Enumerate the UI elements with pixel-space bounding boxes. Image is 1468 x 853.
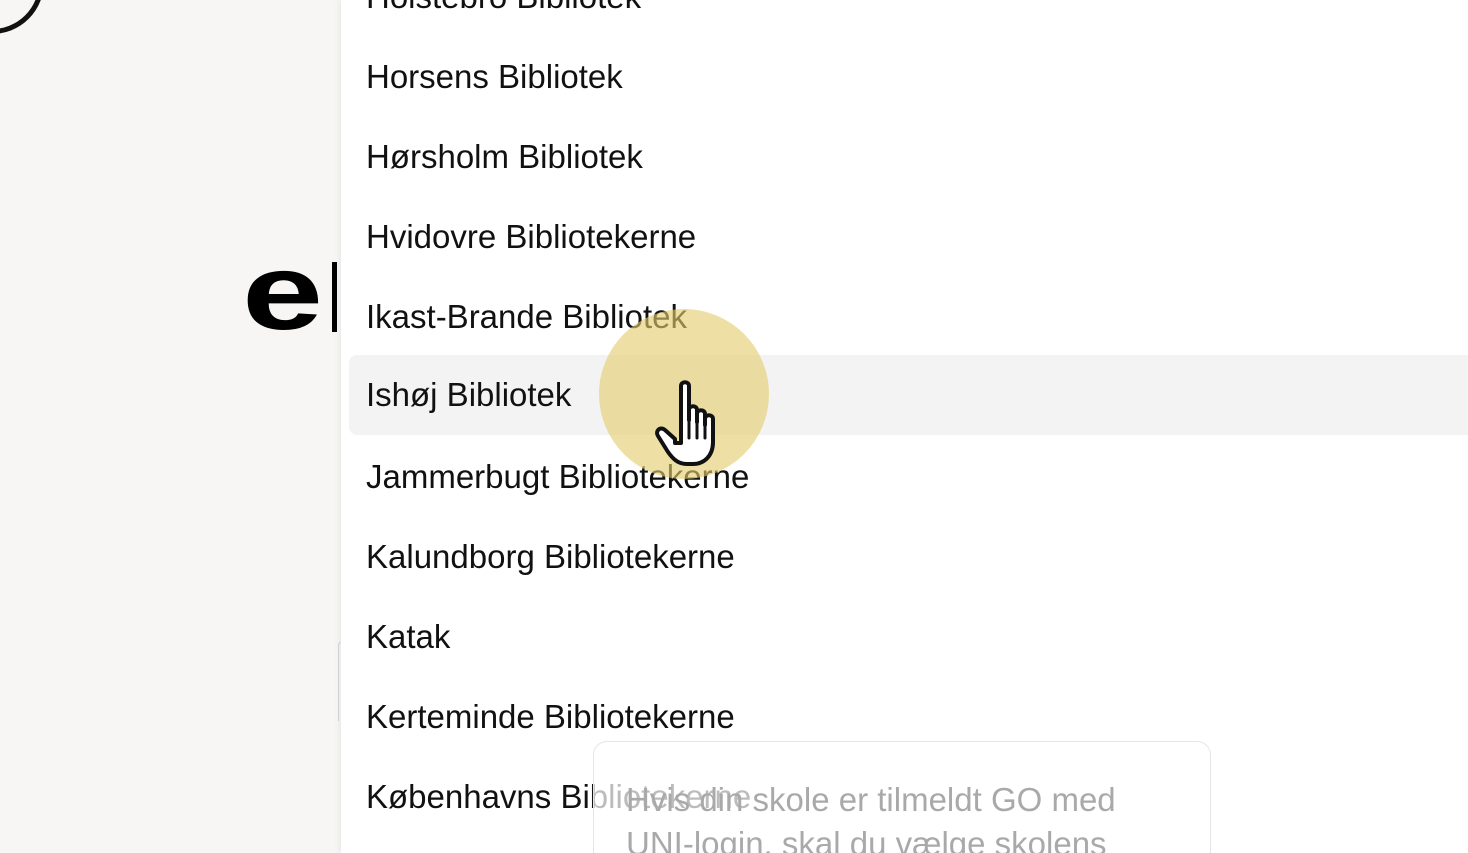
logo-circle-icon bbox=[0, 0, 44, 34]
option-jammerbugt[interactable]: Jammerbugt Bibliotekerne bbox=[349, 437, 1468, 517]
option-hvidovre[interactable]: Hvidovre Bibliotekerne bbox=[349, 197, 1468, 277]
option-label: Holstebro Bibliotek bbox=[366, 0, 641, 16]
option-ishoj[interactable]: Ishøj Bibliotek bbox=[349, 355, 1468, 435]
library-dropdown-list[interactable]: Holstebro Bibliotek Horsens Bibliotek Hø… bbox=[341, 0, 1468, 853]
option-horsens[interactable]: Horsens Bibliotek bbox=[349, 37, 1468, 117]
option-label: Hvidovre Bibliotekerne bbox=[366, 218, 697, 255]
option-label: Kerteminde Bibliotekerne bbox=[366, 698, 735, 735]
option-label: Katak bbox=[366, 618, 451, 655]
pointer-hand-icon bbox=[655, 380, 715, 466]
option-label: Hørsholm Bibliotek bbox=[366, 138, 643, 175]
text-cursor bbox=[332, 262, 337, 332]
uni-login-hint: Hvis din skole er tilmeldt GO med UNI-lo… bbox=[593, 741, 1211, 853]
option-kalundborg[interactable]: Kalundborg Bibliotekerne bbox=[349, 517, 1468, 597]
page-heading: e bbox=[242, 231, 323, 352]
hint-text: Hvis din skole er tilmeldt GO med UNI-lo… bbox=[626, 781, 1116, 853]
page: e Holstebro Bibliotek Horsens Bibliotek … bbox=[0, 0, 1468, 853]
option-horsholm[interactable]: Hørsholm Bibliotek bbox=[349, 117, 1468, 197]
option-label: Kalundborg Bibliotekerne bbox=[366, 538, 735, 575]
option-label: Horsens Bibliotek bbox=[366, 58, 623, 95]
option-holstebro[interactable]: Holstebro Bibliotek bbox=[349, 0, 1468, 37]
option-ikast-brande[interactable]: Ikast-Brande Bibliotek bbox=[349, 277, 1468, 357]
option-katak[interactable]: Katak bbox=[349, 597, 1468, 677]
option-label: Ishøj Bibliotek bbox=[366, 376, 572, 413]
